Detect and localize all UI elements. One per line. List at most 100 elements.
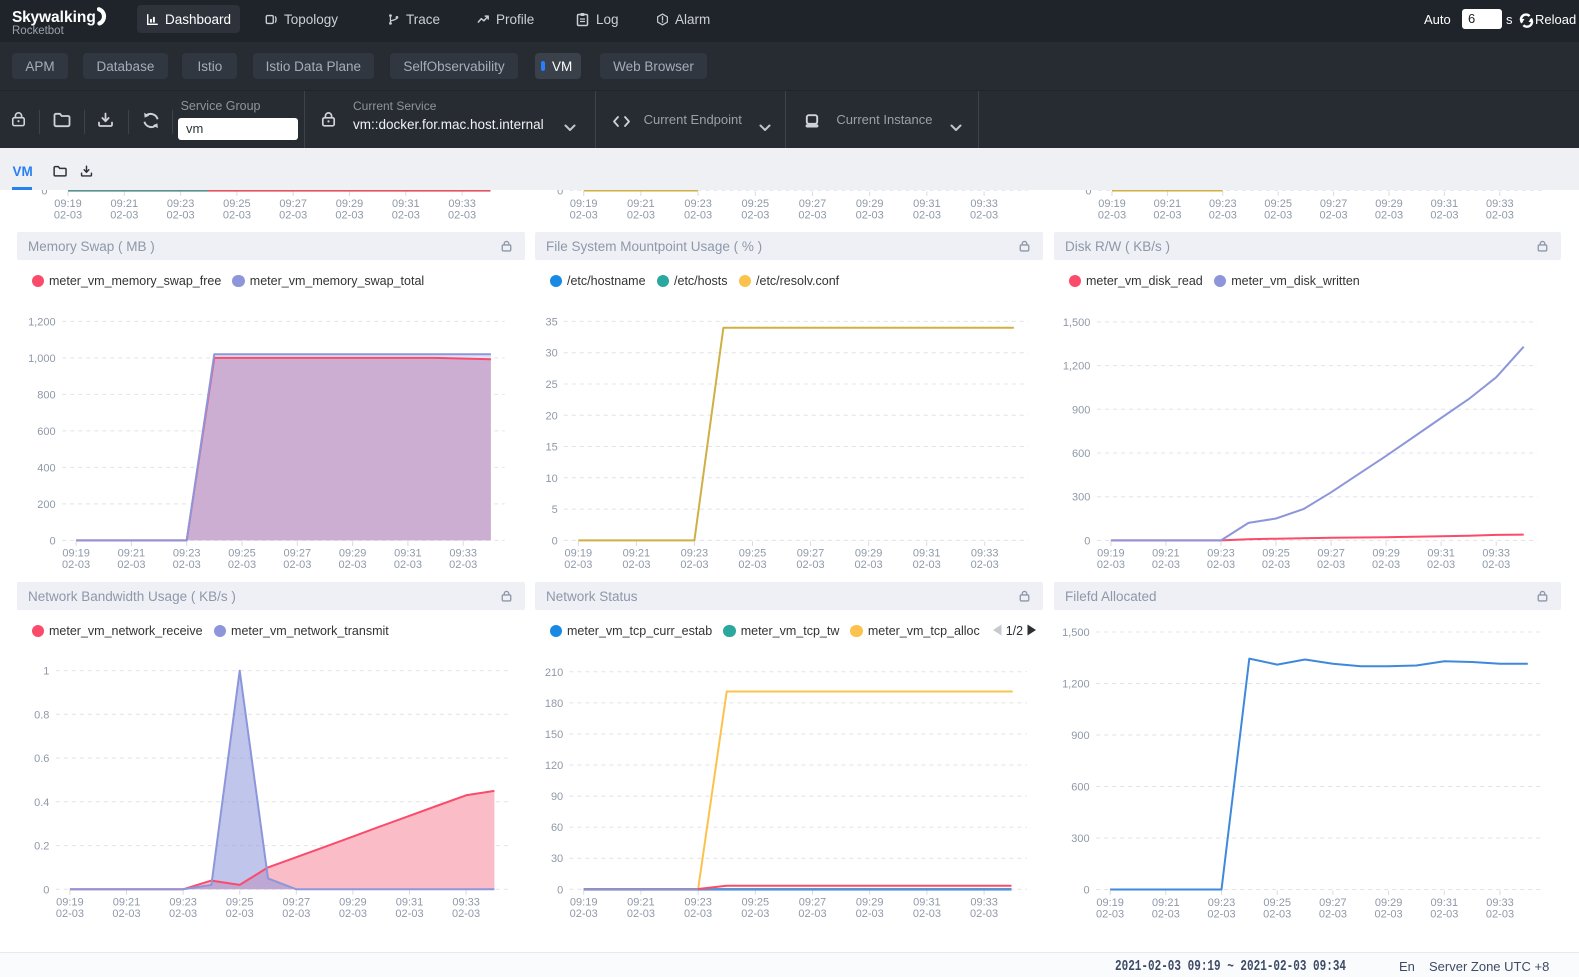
- svg-text:09:31: 09:31: [913, 198, 941, 210]
- svg-text:02-03: 02-03: [1486, 908, 1514, 920]
- svg-text:09:21: 09:21: [1152, 548, 1180, 560]
- svg-text:02-03: 02-03: [283, 559, 311, 571]
- svg-text:400: 400: [37, 462, 55, 474]
- svg-text:02-03: 02-03: [570, 908, 598, 920]
- svg-text:09:21: 09:21: [627, 897, 655, 909]
- svg-text:09:29: 09:29: [856, 198, 884, 210]
- svg-text:02-03: 02-03: [1262, 559, 1290, 571]
- svg-text:02-03: 02-03: [395, 908, 423, 920]
- svg-text:09:23: 09:23: [1209, 198, 1237, 210]
- svg-text:09:19: 09:19: [1096, 897, 1124, 909]
- svg-text:02-03: 02-03: [279, 210, 307, 222]
- svg-text:09:25: 09:25: [1263, 897, 1291, 909]
- svg-text:02-03: 02-03: [339, 559, 367, 571]
- svg-text:09:33: 09:33: [1482, 548, 1510, 560]
- svg-text:900: 900: [1071, 730, 1089, 742]
- svg-text:09:31: 09:31: [913, 897, 941, 909]
- svg-text:02-03: 02-03: [684, 908, 712, 920]
- svg-text:02-03: 02-03: [1427, 559, 1455, 571]
- svg-text:09:21: 09:21: [623, 548, 651, 560]
- svg-text:09:27: 09:27: [799, 198, 827, 210]
- svg-text:09:29: 09:29: [336, 198, 364, 210]
- svg-text:02-03: 02-03: [798, 210, 826, 222]
- svg-text:02-03: 02-03: [1207, 559, 1235, 571]
- svg-text:09:31: 09:31: [392, 198, 420, 210]
- svg-text:02-03: 02-03: [856, 908, 884, 920]
- svg-text:02-03: 02-03: [62, 559, 90, 571]
- svg-text:1,500: 1,500: [1063, 317, 1091, 329]
- svg-text:02-03: 02-03: [228, 559, 256, 571]
- svg-text:02-03: 02-03: [1207, 908, 1235, 920]
- svg-text:02-03: 02-03: [339, 908, 367, 920]
- svg-text:09:25: 09:25: [228, 548, 256, 560]
- svg-text:09:29: 09:29: [339, 897, 367, 909]
- svg-text:09:23: 09:23: [1208, 897, 1236, 909]
- svg-text:09:19: 09:19: [62, 548, 90, 560]
- svg-text:09:27: 09:27: [799, 897, 827, 909]
- svg-text:02-03: 02-03: [1430, 908, 1458, 920]
- svg-text:1,000: 1,000: [28, 353, 56, 365]
- svg-text:09:33: 09:33: [1486, 897, 1514, 909]
- svg-text:02-03: 02-03: [282, 908, 310, 920]
- svg-text:09:27: 09:27: [284, 548, 312, 560]
- svg-text:09:19: 09:19: [570, 198, 598, 210]
- svg-text:90: 90: [551, 791, 563, 803]
- svg-text:09:31: 09:31: [394, 548, 422, 560]
- svg-text:02-03: 02-03: [741, 210, 769, 222]
- svg-text:02-03: 02-03: [110, 210, 138, 222]
- svg-text:02-03: 02-03: [392, 210, 420, 222]
- svg-text:30: 30: [546, 348, 558, 360]
- svg-text:09:33: 09:33: [449, 548, 477, 560]
- svg-text:09:23: 09:23: [684, 897, 712, 909]
- svg-text:02-03: 02-03: [1375, 210, 1403, 222]
- svg-text:09:27: 09:27: [1317, 548, 1345, 560]
- svg-text:02-03: 02-03: [1372, 559, 1400, 571]
- svg-text:02-03: 02-03: [56, 908, 84, 920]
- svg-text:09:23: 09:23: [169, 897, 197, 909]
- svg-text:09:31: 09:31: [396, 897, 424, 909]
- svg-text:09:19: 09:19: [570, 897, 598, 909]
- svg-text:02-03: 02-03: [798, 908, 826, 920]
- svg-text:02-03: 02-03: [913, 908, 941, 920]
- svg-text:09:29: 09:29: [855, 548, 883, 560]
- svg-text:09:23: 09:23: [173, 548, 201, 560]
- svg-text:09:25: 09:25: [739, 548, 767, 560]
- svg-text:09:33: 09:33: [1486, 198, 1514, 210]
- svg-text:25: 25: [546, 379, 558, 391]
- svg-text:09:23: 09:23: [684, 198, 712, 210]
- svg-text:09:27: 09:27: [797, 548, 825, 560]
- svg-text:15: 15: [546, 442, 558, 454]
- svg-text:150: 150: [545, 729, 563, 741]
- svg-text:09:23: 09:23: [167, 198, 195, 210]
- svg-text:60: 60: [551, 822, 563, 834]
- svg-text:09:25: 09:25: [1262, 548, 1290, 560]
- svg-text:600: 600: [1071, 782, 1089, 794]
- svg-text:09:29: 09:29: [339, 548, 367, 560]
- svg-text:02-03: 02-03: [449, 559, 477, 571]
- svg-text:09:21: 09:21: [111, 198, 139, 210]
- svg-text:09:27: 09:27: [1320, 198, 1348, 210]
- svg-text:02-03: 02-03: [971, 559, 999, 571]
- svg-text:09:23: 09:23: [1207, 548, 1235, 560]
- svg-text:1,200: 1,200: [28, 316, 56, 328]
- svg-text:02-03: 02-03: [856, 210, 884, 222]
- svg-text:02-03: 02-03: [680, 559, 708, 571]
- svg-text:09:31: 09:31: [1427, 548, 1455, 560]
- svg-text:09:25: 09:25: [742, 897, 770, 909]
- svg-text:02-03: 02-03: [627, 908, 655, 920]
- svg-text:09:27: 09:27: [279, 198, 307, 210]
- svg-text:02-03: 02-03: [1153, 210, 1181, 222]
- svg-text:900: 900: [1072, 404, 1090, 416]
- svg-text:02-03: 02-03: [796, 559, 824, 571]
- svg-text:02-03: 02-03: [54, 210, 82, 222]
- svg-text:02-03: 02-03: [1264, 210, 1292, 222]
- svg-text:0.2: 0.2: [34, 841, 49, 853]
- svg-text:02-03: 02-03: [970, 908, 998, 920]
- svg-text:1,200: 1,200: [1062, 679, 1090, 691]
- svg-text:09:33: 09:33: [971, 548, 999, 560]
- svg-text:09:19: 09:19: [1097, 548, 1125, 560]
- svg-text:02-03: 02-03: [741, 908, 769, 920]
- svg-text:09:33: 09:33: [970, 897, 998, 909]
- svg-text:600: 600: [37, 426, 55, 438]
- svg-text:02-03: 02-03: [169, 908, 197, 920]
